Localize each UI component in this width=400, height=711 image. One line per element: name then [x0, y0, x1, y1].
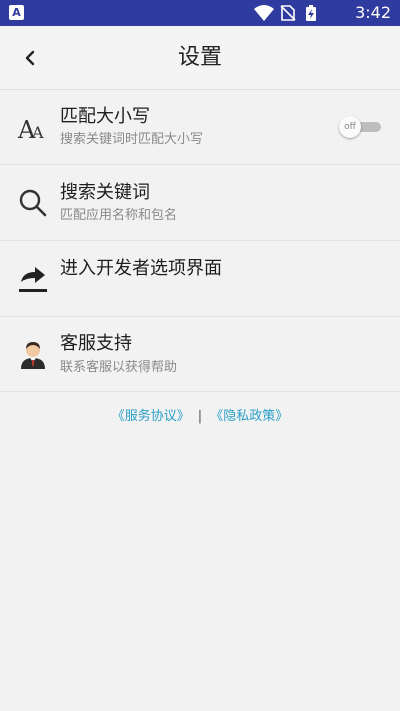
setting-customer-service[interactable]: 客服支持 联系客服以获得帮助 — [0, 317, 400, 392]
customer-service-avatar-icon — [21, 342, 45, 369]
toggle-knob: off — [339, 116, 361, 138]
no-sim-icon — [280, 5, 296, 21]
app-notification-icon: A — [9, 5, 24, 20]
page-title: 设置 — [177, 45, 222, 70]
setting-label: 客服支持 — [60, 333, 132, 354]
search-icon — [19, 189, 47, 217]
app-header: 设置 — [0, 26, 400, 90]
share-arrow-icon — [19, 267, 47, 292]
wifi-icon — [254, 5, 274, 21]
status-bar: A 3:42 — [0, 0, 400, 26]
font-case-icon: A A — [17, 116, 44, 144]
link-separator: | — [197, 409, 203, 424]
policy-links: 《服务协议》 | 《隐私政策》 — [0, 408, 400, 426]
svg-text:A: A — [31, 123, 44, 142]
setting-search-keyword[interactable]: 搜索关键词 匹配应用名称和包名 — [0, 165, 400, 241]
setting-description: 联系客服以获得帮助 — [60, 360, 178, 375]
setting-developer-options[interactable]: 进入开发者选项界面 — [0, 241, 400, 317]
match-case-toggle[interactable]: off — [339, 116, 383, 138]
setting-description: 搜索关键词时匹配大小写 — [60, 132, 204, 147]
setting-label: 搜索关键词 — [60, 182, 150, 203]
battery-charging-icon — [306, 5, 316, 21]
privacy-policy-link[interactable]: 《隐私政策》 — [210, 409, 288, 424]
setting-description: 匹配应用名称和包名 — [60, 208, 178, 223]
setting-label: 匹配大小写 — [60, 106, 150, 127]
setting-match-case[interactable]: A A 匹配大小写 搜索关键词时匹配大小写 off — [0, 90, 400, 165]
setting-label: 进入开发者选项界面 — [60, 258, 222, 279]
system-status-icons — [254, 5, 316, 21]
terms-of-service-link[interactable]: 《服务协议》 — [112, 409, 190, 424]
clock-time: 3:42 — [355, 3, 391, 22]
